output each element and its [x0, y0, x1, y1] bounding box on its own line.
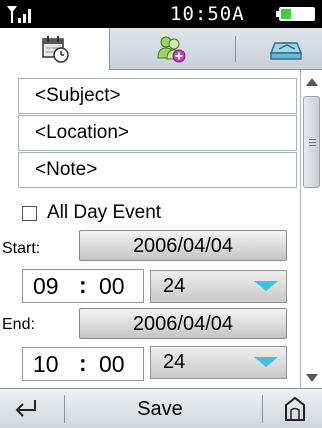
add-attendee-icon: [157, 36, 186, 63]
end-format-dropdown[interactable]: 24: [150, 346, 287, 379]
end-minute[interactable]: 00: [99, 348, 125, 381]
subject-field[interactable]: <Subject>: [18, 78, 297, 114]
reminder-icon: [269, 42, 303, 60]
start-time-field[interactable]: 09 : 00: [22, 269, 144, 303]
grip-line: [309, 142, 316, 143]
all-day-label: All Day Event: [47, 202, 162, 223]
status-bar: 10:50A: [0, 0, 322, 28]
event-form: <Subject> <Location> <Note> All Day Even…: [0, 70, 300, 388]
home-icon: [285, 396, 305, 421]
start-format-dropdown[interactable]: 24: [150, 270, 287, 303]
softkey-bar: Save: [0, 388, 322, 428]
all-day-checkbox[interactable]: [22, 205, 37, 221]
status-clock: 10:50A: [170, 3, 245, 25]
grip-line: [309, 145, 316, 146]
scroll-up-arrow-icon[interactable]: [306, 78, 318, 86]
scrollbar-thumb[interactable]: [303, 96, 320, 188]
start-minute[interactable]: 00: [99, 270, 125, 303]
end-time-field[interactable]: 10 : 00: [22, 347, 144, 381]
softkey-divider: [262, 395, 263, 423]
location-field[interactable]: <Location>: [18, 115, 297, 151]
tab-event-details[interactable]: [0, 28, 110, 70]
start-format-value: 24: [163, 275, 186, 297]
start-hour[interactable]: 09: [33, 270, 59, 303]
tab-reminder[interactable]: [250, 28, 322, 70]
home-button[interactable]: [280, 394, 310, 424]
battery-icon: [276, 7, 315, 21]
note-field[interactable]: <Note>: [18, 152, 297, 188]
calendar-clock-icon: [41, 36, 69, 63]
dropdown-arrow-icon: [254, 281, 278, 291]
back-arrow-icon: [15, 400, 36, 417]
end-date-button[interactable]: 2006/04/04: [79, 308, 287, 339]
tab-divider: [235, 36, 236, 62]
start-date-button[interactable]: 2006/04/04: [79, 230, 287, 261]
end-label: End:: [2, 316, 35, 333]
scroll-down-arrow-icon[interactable]: [306, 374, 318, 382]
softkey-divider: [64, 395, 65, 423]
grip-line: [309, 139, 316, 140]
back-button[interactable]: [6, 395, 46, 423]
time-separator: :: [79, 350, 87, 376]
dropdown-arrow-icon: [254, 357, 278, 367]
save-button[interactable]: Save: [90, 389, 230, 428]
end-format-value: 24: [163, 351, 186, 373]
time-separator: :: [79, 272, 87, 298]
start-label: Start:: [2, 240, 41, 257]
tab-bar: [0, 28, 322, 70]
end-hour[interactable]: 10: [33, 348, 59, 381]
signal-strength-icon: [7, 6, 31, 23]
tab-attendees[interactable]: [131, 28, 211, 70]
all-day-event-toggle[interactable]: All Day Event: [22, 202, 161, 224]
vertical-scrollbar[interactable]: [300, 70, 322, 388]
